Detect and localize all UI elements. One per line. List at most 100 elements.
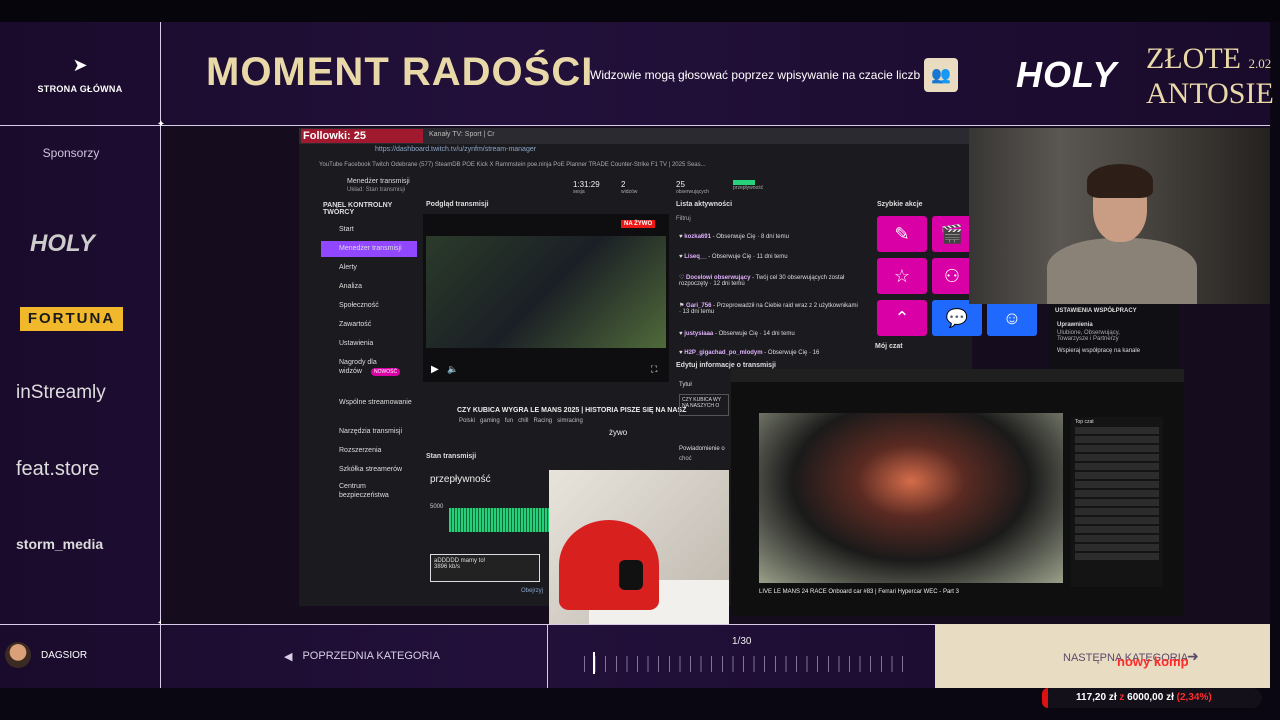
watch-link[interactable]: Obejrzyj (521, 588, 543, 594)
nav-content[interactable]: Zawartość (321, 317, 417, 333)
edit-info-title: Edytuj informacje o transmisji (676, 362, 776, 369)
nav-stream-tools[interactable]: Narzędzia transmisji (321, 424, 417, 440)
field-title-label: Tytuł (679, 382, 692, 388)
emote-button[interactable]: ☺ (987, 300, 1037, 336)
top-strip (0, 0, 1280, 22)
nav-settings[interactable]: Ustawienia (321, 336, 417, 352)
activity-time: 13 dni temu (682, 309, 715, 315)
collab-title: USTAWIENIA WSPÓŁPRACY (1055, 308, 1137, 314)
activity-item: ♥ kozka691 - Obserwuje Cię · 8 dni temu (679, 234, 789, 240)
hoodie (1047, 238, 1197, 304)
tag[interactable]: simracing (557, 418, 583, 424)
progress-count: 1/30 (732, 636, 752, 647)
youtube-video[interactable] (759, 413, 1063, 583)
star-icon: ☆ (893, 265, 911, 286)
fullscreen-icon[interactable]: ⛶ (651, 364, 657, 375)
live-badge: NA ŻYWO (621, 220, 656, 228)
voters-button[interactable]: 👥 (924, 58, 958, 92)
activity-item: ⚑ Gari_756 - Przeprowadził na Ciebie rai… (679, 303, 858, 315)
browser-tab[interactable]: Kanały TV: Sport | Cr (429, 131, 495, 138)
sponsor-fortuna: FORTUNA (20, 307, 123, 331)
activity-time: 14 dni temu (763, 331, 795, 337)
donation-percent: (2,34%) (1176, 692, 1212, 703)
nav-extensions[interactable]: Rozszerzenia (321, 443, 417, 459)
activity-text: - Obserwuje Cię (712, 234, 756, 240)
next-category-button[interactable]: NASTĘPNA KATEGORIA ➜ nowy komp (935, 624, 1270, 688)
chat-button[interactable]: 💬 (932, 300, 982, 336)
hair (1087, 164, 1153, 198)
follower-only-button[interactable]: ☆ (877, 258, 927, 294)
stat-value: 1:31:29 (573, 180, 600, 189)
raid-button[interactable]: ⌃ (877, 300, 927, 336)
edit-stream-button[interactable]: ✎ (877, 216, 927, 252)
activity-title: Lista aktywności (676, 201, 733, 208)
home-button[interactable]: ➤ STRONA GŁÓWNA (0, 22, 160, 126)
activity-filter[interactable]: Filtruj (676, 216, 691, 222)
twitch-sidebar: Menedżer transmisji Układ: Stan transmis… (319, 174, 419, 594)
sponsor-holy: HOLY (30, 230, 95, 257)
sponsors-panel: Sponsorzy HOLY FORTUNA inStreamly feat.s… (0, 126, 160, 624)
preview-video[interactable] (426, 236, 666, 348)
donation-goal-fill (1042, 688, 1048, 708)
tag[interactable]: fun (505, 418, 513, 424)
stat-viewers: 2 widzów (621, 180, 637, 195)
chevron-up-icon: ⌃ (894, 307, 910, 328)
sponsor-featstore: feat.store (16, 458, 100, 480)
activity-time: 12 dni temu (713, 281, 745, 287)
activity-time: 16 (812, 350, 820, 356)
user-name: DAGSIOR (41, 649, 88, 661)
clip-button[interactable]: 🎬 (932, 216, 972, 252)
collab-permission-value[interactable]: Ulubione, Obserwujący, Towarzysze i Part… (1057, 330, 1137, 342)
youtube-window: LIVE LE MANS 24 RACE Onboard car #83 | F… (731, 369, 1184, 616)
nav-creator-camp[interactable]: Szkółka streamerów (321, 462, 417, 478)
arrow-left-icon: ◀ (284, 651, 293, 663)
manager-title: Menedżer transmisji (347, 178, 410, 185)
my-chat-title: Mój czat (875, 343, 903, 350)
followers-counter: Followki: 25 (301, 129, 423, 143)
donation-goal: 6000,00 zł (1127, 692, 1174, 703)
bookmarks-bar: YouTube Facebook Twitch Odebrane (577) S… (319, 162, 706, 168)
youtube-tabbar (731, 369, 1184, 382)
clapperboard-icon: 🎬 (940, 223, 964, 244)
activity-time: 11 dni temu (756, 254, 788, 260)
activity-item: ♥ H2P_gigachad_po_mlodym - Obserwuje Cię… (679, 350, 820, 356)
nav-analytics[interactable]: Analiza (321, 279, 417, 295)
divider (160, 624, 161, 688)
nav-stream-manager[interactable]: Menedżer transmisji (321, 241, 417, 257)
tag[interactable]: Racing (533, 418, 552, 424)
tag[interactable]: gaming (480, 418, 500, 424)
page-title: MOMENT RADOŚCI (206, 50, 594, 94)
stat-label: przepływność (733, 185, 764, 191)
address-bar[interactable]: https://dashboard.twitch.tv/u/zynfm/stre… (375, 146, 536, 153)
home-arrow-icon: ➤ (72, 54, 88, 75)
stat-value: 2 (621, 180, 626, 189)
second-webcam (549, 470, 729, 624)
nav-community[interactable]: Społeczność (321, 298, 417, 314)
title-input[interactable]: CZY KUBICA WY NA NASZYCH O (679, 394, 729, 416)
nav-alerts[interactable]: Alerty (321, 260, 417, 276)
add-mod-button[interactable]: ⚇ (932, 258, 972, 294)
bitrate-value: 3896 kb/s (434, 564, 461, 570)
logo-year: 2.02 (1248, 56, 1272, 71)
previous-category-button[interactable]: ◀ POPRZEDNIA KATEGORIA (284, 650, 440, 663)
sponsors-title: Sponsorzy (42, 146, 100, 160)
nav-start[interactable]: Start (321, 222, 417, 238)
activity-text: - Obserwuje Cię (764, 350, 808, 356)
activity-item: ♡ Docelowi obserwujący - Twój cel 30 obs… (679, 275, 845, 287)
stat-value: 25 (676, 180, 685, 189)
collab-support-link[interactable]: Wspieraj współpracę na kanale (1057, 348, 1171, 354)
stat-label: sesja (573, 189, 585, 195)
stat-followers: 25 obserwujących (676, 180, 709, 195)
bandwidth-graph (449, 508, 549, 532)
holy-logo: HOLY (1016, 54, 1118, 95)
nav-costream[interactable]: Wspólne streamowanie (321, 398, 417, 414)
tag[interactable]: Polski (459, 418, 475, 424)
tag[interactable]: chill (518, 418, 528, 424)
play-icon[interactable]: ▶ (431, 364, 439, 375)
notify-input[interactable]: choć (679, 456, 692, 462)
volume-icon[interactable]: 🔈 (447, 364, 458, 375)
collab-permission-label: Uprawnienia (1057, 322, 1093, 328)
nav-safety-center[interactable]: Centrum bezpieczeństwa (321, 482, 391, 499)
category-progress: 1/30 (548, 624, 934, 688)
bottom-bar: DAGSIOR ◀ POPRZEDNIA KATEGORIA 1/30 NAST… (0, 624, 1270, 688)
